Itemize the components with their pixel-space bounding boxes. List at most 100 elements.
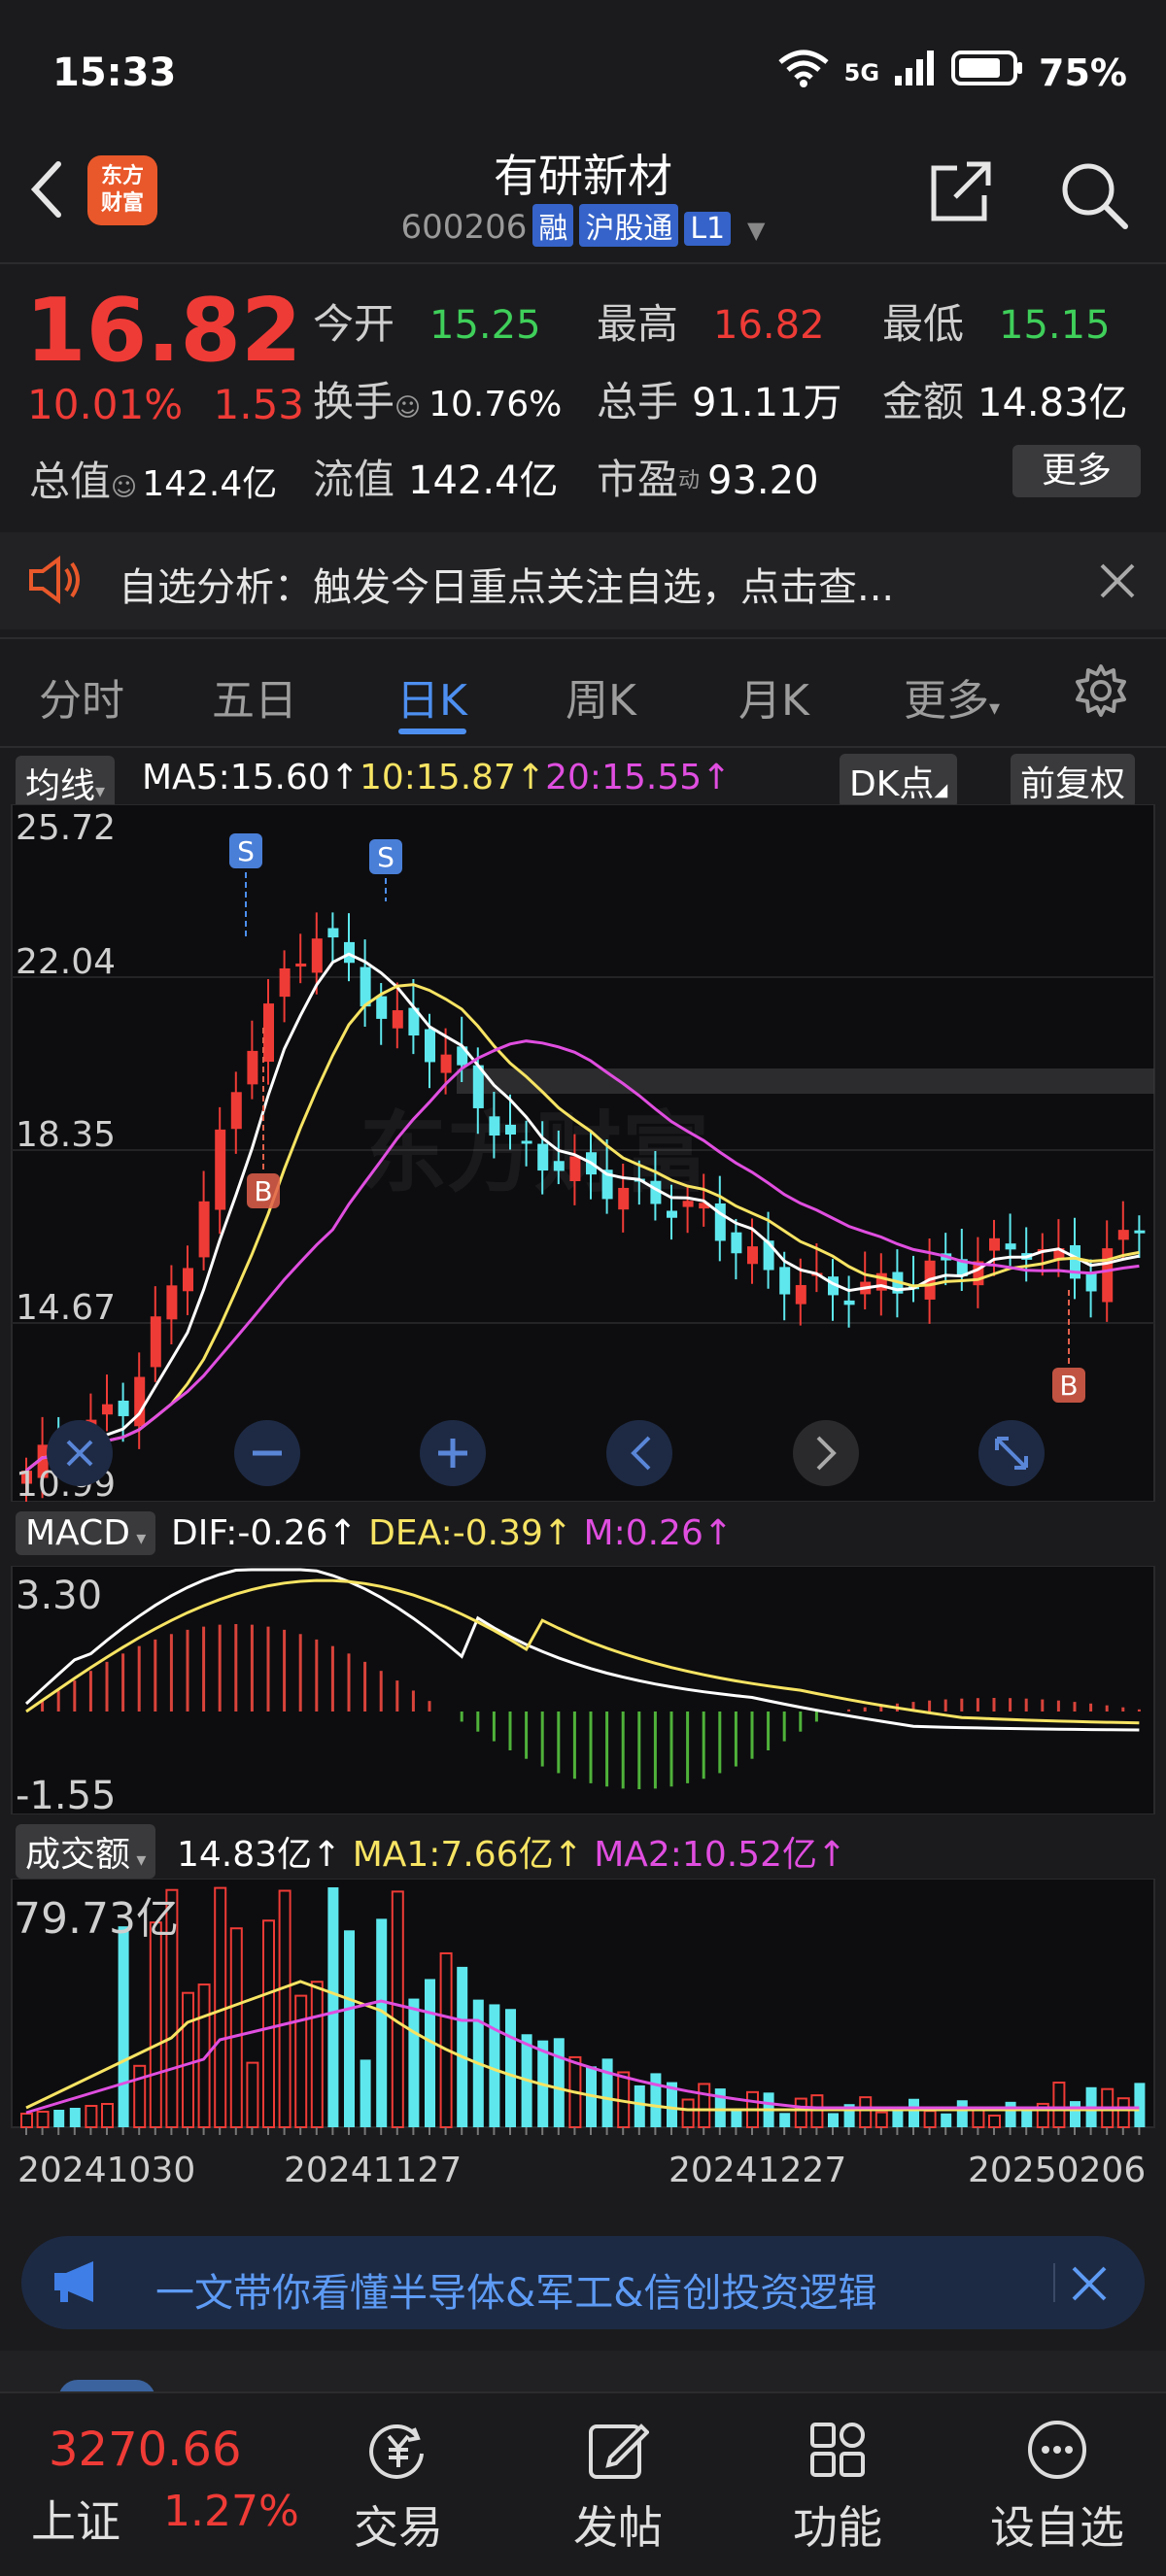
candle-body [376, 996, 388, 1019]
svg-text:B: B [1059, 1370, 1078, 1402]
float-cap-stat: 流值 142.4亿 [313, 456, 559, 503]
zoom-in-icon [420, 1420, 486, 1486]
candle-body [618, 1187, 630, 1210]
index-change[interactable]: 1.27% [163, 2487, 299, 2536]
ma10-value: 10:15.87↑ [359, 758, 546, 797]
share-icon[interactable] [928, 160, 996, 228]
low-stat: 最低 15.15 [882, 300, 1111, 348]
network-type: 5G [843, 58, 880, 86]
tab-intraday[interactable]: 分时 [39, 665, 124, 728]
candle-body [667, 1210, 677, 1218]
macd-chart[interactable]: 3.30 -1.55 [0, 1566, 1166, 1814]
volume-bar [1070, 2101, 1080, 2127]
pe-stat: 市盈动 93.20 [597, 456, 819, 503]
tab-monthly-k[interactable]: 月K [738, 665, 809, 728]
battery-icon [951, 49, 1025, 96]
settings-gear-icon[interactable] [1073, 662, 1129, 723]
info-icon: ☺ [111, 473, 138, 502]
candle-body [279, 967, 291, 998]
volume-legend: 14.83亿↑ MA1:7.66亿↑ MA2:10.52亿↑ [177, 1835, 847, 1875]
date-label-1: 20241030 [17, 2151, 195, 2190]
system-icons: 5G 75% [776, 49, 1127, 96]
volume-bar [941, 2113, 952, 2127]
battery-level: 75% [1039, 51, 1127, 94]
tab-more[interactable]: 更多▾ [904, 665, 1000, 728]
tag-level: L1 [684, 212, 732, 246]
promo-close-icon[interactable] [1071, 2265, 1108, 2306]
candle-body [569, 1156, 581, 1181]
y-label-4: 14.67 [16, 1288, 116, 1328]
tab-daily-k[interactable]: 日K [396, 665, 467, 728]
ma20-value: 20:15.55↑ [545, 758, 732, 797]
kline-chart[interactable]: 东方财富 S S B B 25.72 22.04 18.35 14.67 10.… [0, 804, 1166, 1502]
caret-down-icon: ▾ [989, 696, 1001, 721]
svg-text:S: S [237, 835, 255, 867]
dropdown-caret-icon: ▼ [746, 217, 766, 244]
indicator-select[interactable]: 均线▾ [16, 756, 116, 810]
volume-bar [828, 2113, 839, 2127]
candle-body [118, 1400, 129, 1416]
candle-body [1102, 1248, 1114, 1303]
candle-body [150, 1316, 161, 1368]
more-dots-icon [1028, 2421, 1086, 2479]
y-label-2: 22.04 [16, 942, 116, 982]
volume-chart[interactable]: 79.73亿 20241030 20241127 20241227 202502… [0, 1879, 1166, 2220]
candle-body [779, 1267, 791, 1295]
more-stats-button[interactable]: 更多 [1012, 445, 1141, 497]
search-icon[interactable] [1059, 160, 1129, 234]
nav-add-watchlist[interactable]: 设自选 [979, 2419, 1135, 2557]
tab-five-day[interactable]: 五日 [212, 665, 297, 728]
candle-body [440, 1054, 452, 1073]
volume-bar [634, 2085, 645, 2127]
volume-bar [650, 2073, 662, 2127]
volume-bar [731, 2110, 742, 2127]
volume-bar [69, 2108, 81, 2127]
banner-text[interactable]: 自选分析：触发今日重点关注自选，点击查... [119, 556, 894, 612]
scroll-right-icon [793, 1420, 859, 1486]
candle-body [247, 1050, 258, 1085]
change-amt: 1.53 [213, 381, 305, 428]
market-cap: 总值☺ 142.4亿 [29, 458, 278, 505]
volume-select[interactable]: 成交额 ▾ [16, 1824, 156, 1879]
candle-body [1117, 1230, 1129, 1240]
volume-bar [344, 1930, 355, 2127]
nav-functions[interactable]: 功能 [760, 2419, 915, 2557]
status-time: 15:33 [52, 51, 177, 95]
candle-body [392, 1010, 403, 1029]
reset-icon [47, 1420, 113, 1486]
tab-weekly-k[interactable]: 周K [566, 665, 636, 728]
macd-select[interactable]: MACD ▾ [16, 1511, 156, 1555]
adjust-mode-button[interactable]: 前复权 [1011, 754, 1136, 808]
tabs-divider-top [0, 637, 1166, 639]
nav-post[interactable]: 发帖 [540, 2419, 696, 2557]
candle-body [731, 1232, 742, 1254]
index-name[interactable]: 上证 [31, 2487, 120, 2551]
volume-bar [505, 2009, 516, 2127]
svg-text:S: S [377, 841, 394, 873]
volume-bar [489, 2004, 500, 2127]
grid-icon [810, 2423, 865, 2477]
amount-stat: 金额 14.83亿 [882, 378, 1128, 425]
index-value[interactable]: 3270.66 [49, 2423, 242, 2477]
candle-body [198, 1201, 210, 1258]
section-tabs-peek [0, 2351, 1166, 2395]
edit-icon [589, 2423, 650, 2479]
promo-text[interactable]: 一文带你看懂半导体&军工&信创投资逻辑 [155, 2261, 876, 2318]
candle-body [1085, 1272, 1097, 1292]
fullscreen-icon [978, 1420, 1045, 1486]
dk-point-button[interactable]: DK点◢ [840, 754, 958, 808]
tag-connect: 沪股通 [579, 204, 679, 247]
candle-body [344, 941, 355, 964]
volume-y-top: 79.73亿 [14, 1894, 179, 1944]
nav-trade[interactable]: 交易 [321, 2419, 476, 2557]
candle-body [425, 1029, 435, 1063]
close-icon[interactable] [1098, 561, 1137, 604]
candle-body [360, 966, 371, 1007]
y-label-1: 25.72 [16, 808, 116, 848]
candle-body [327, 928, 339, 938]
volume-bar [779, 2113, 791, 2127]
volume-bar [425, 1979, 435, 2127]
zoom-out-icon [234, 1420, 300, 1486]
volume-bar [553, 2038, 565, 2127]
date-label-3: 20241227 [669, 2151, 846, 2190]
